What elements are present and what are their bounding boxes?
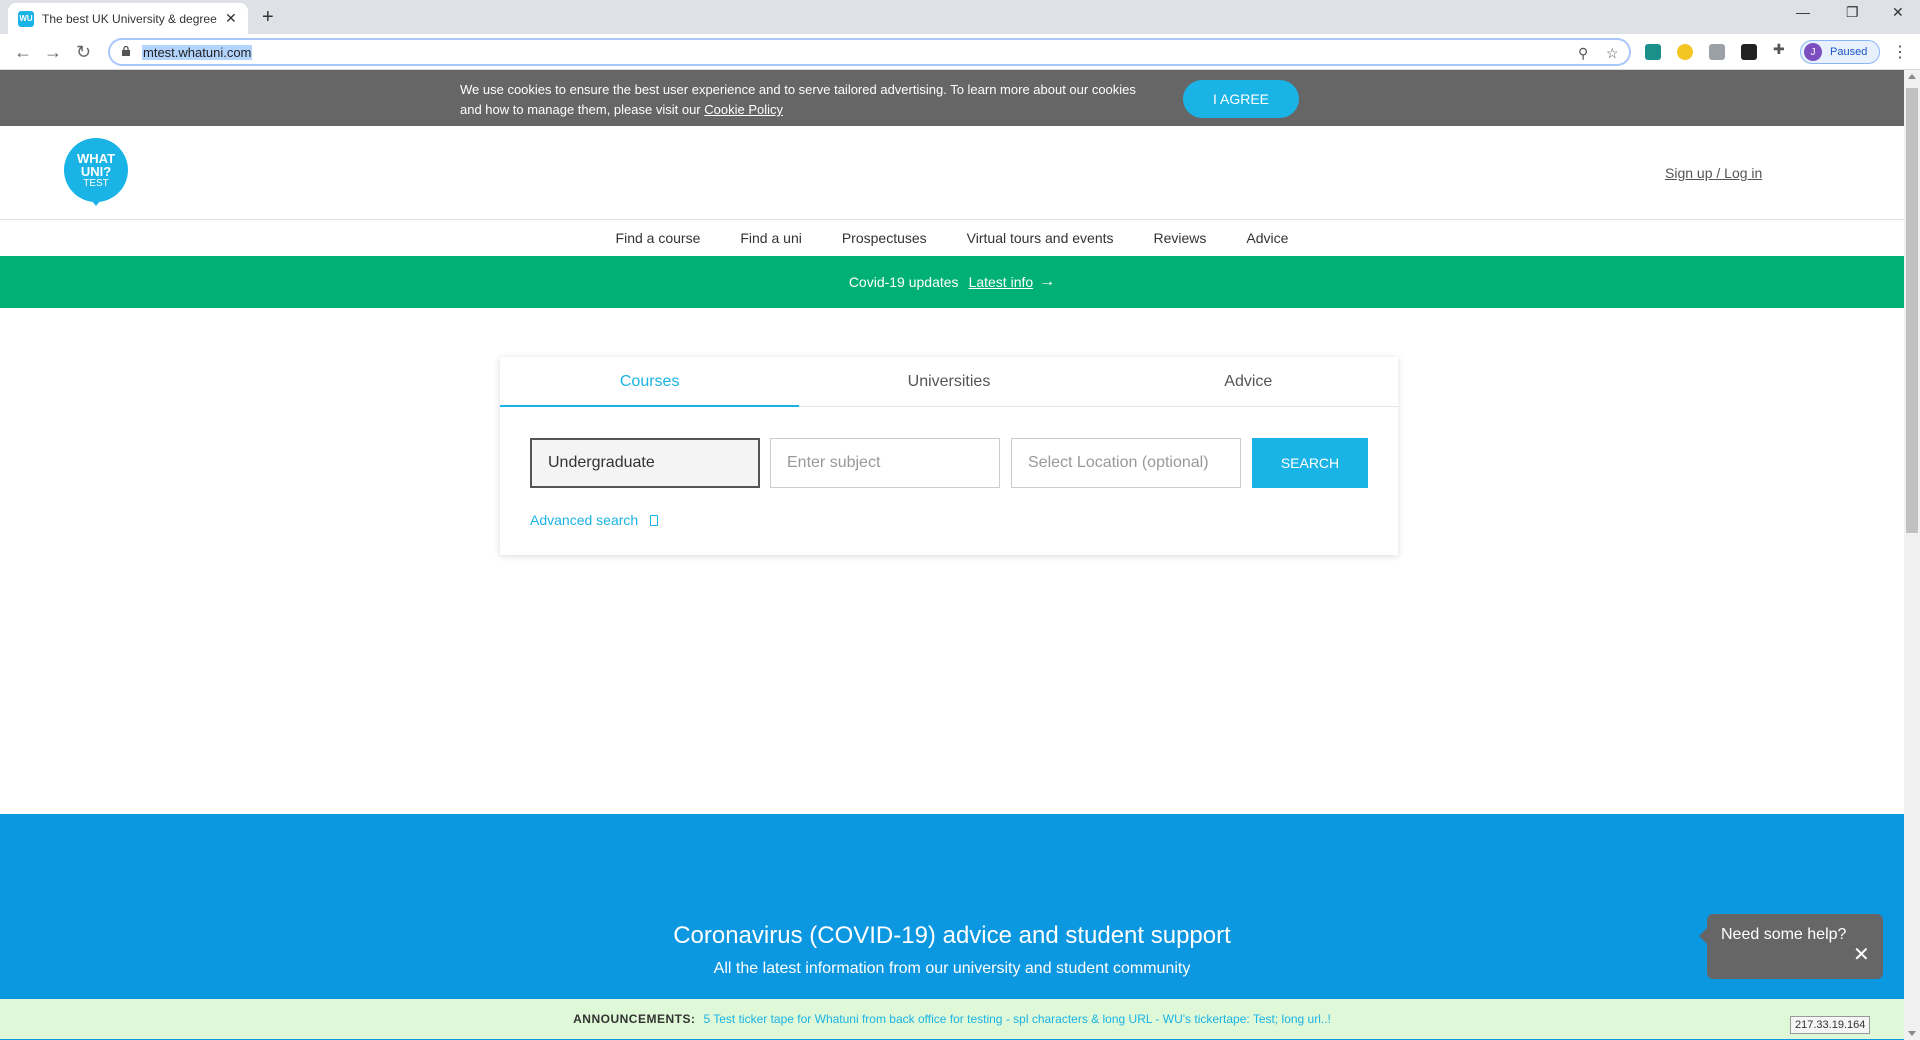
nav-advice[interactable]: Advice xyxy=(1246,230,1288,246)
nav-find-course[interactable]: Find a course xyxy=(616,230,701,246)
browser-tab[interactable]: WU The best UK University & degree ✕ xyxy=(8,3,248,34)
help-text: Need some help? xyxy=(1721,926,1847,943)
location-input[interactable]: Select Location (optional) xyxy=(1011,438,1241,488)
location-pin-icon[interactable]: ⚲ xyxy=(1578,45,1588,62)
browser-toolbar: ← → ↻ mtest.whatuni.com ⚲ ☆ ✚ J Paused ⋮ xyxy=(0,34,1920,70)
logo-tail xyxy=(88,196,104,206)
browser-tab-bar: WU The best UK University & degree ✕ + —… xyxy=(0,0,1920,34)
whatuni-logo[interactable]: WHAT UNI? TEST xyxy=(64,138,128,202)
scroll-up-arrow-icon[interactable] xyxy=(1908,74,1916,79)
scroll-down-arrow-icon[interactable] xyxy=(1908,1031,1916,1036)
logo-line-3: TEST xyxy=(83,178,109,189)
cookie-policy-link[interactable]: Cookie Policy xyxy=(704,102,783,117)
lock-icon xyxy=(122,46,130,56)
profile-status: Paused xyxy=(1830,46,1868,58)
tab-universities[interactable]: Universities xyxy=(799,357,1098,406)
extension-check-icon[interactable] xyxy=(1741,44,1757,60)
scrollbar-thumb[interactable] xyxy=(1906,88,1918,533)
latest-info-link[interactable]: Latest info xyxy=(969,274,1034,290)
extension-chrome-icon[interactable] xyxy=(1677,44,1693,60)
url-text[interactable]: mtest.whatuni.com xyxy=(142,45,253,60)
search-card: Courses Universities Advice Undergraduat… xyxy=(500,357,1398,555)
announcements-label: ANNOUNCEMENTS: xyxy=(573,1012,696,1026)
cookie-message: We use cookies to ensure the best user e… xyxy=(460,82,1136,117)
nav-reviews[interactable]: Reviews xyxy=(1154,230,1207,246)
window-close-icon[interactable]: ✕ xyxy=(1892,4,1904,21)
agree-button[interactable]: I AGREE xyxy=(1183,80,1299,118)
close-icon[interactable]: ✕ xyxy=(1853,942,1870,967)
nav-virtual-tours[interactable]: Virtual tours and events xyxy=(967,230,1114,246)
advanced-search-link[interactable]: Advanced search xyxy=(530,512,659,528)
covid-update-bar: Covid-19 updates Latest info → xyxy=(0,256,1904,308)
tab-courses[interactable]: Courses xyxy=(500,357,800,407)
minimize-icon[interactable]: — xyxy=(1796,4,1810,20)
menu-kebab-icon[interactable]: ⋮ xyxy=(1892,42,1908,62)
cookie-banner: We use cookies to ensure the best user e… xyxy=(0,70,1904,126)
new-tab-plus-icon[interactable]: + xyxy=(262,6,274,29)
logo-line-2: UNI? xyxy=(80,164,112,179)
site-header: WHAT UNI? TEST Sign up / Log in xyxy=(0,126,1904,220)
forward-arrow-icon[interactable]: → xyxy=(44,42,62,63)
help-chat-widget[interactable]: Need some help? ✕ xyxy=(1699,914,1883,979)
tab-title: The best UK University & degree xyxy=(42,11,217,26)
tab-advice[interactable]: Advice xyxy=(1099,357,1398,406)
nav-prospectuses[interactable]: Prospectuses xyxy=(842,230,927,246)
extensions-puzzle-icon[interactable]: ✚ xyxy=(1773,41,1789,57)
restore-icon[interactable]: ❐ xyxy=(1846,4,1859,21)
extension-ticket-icon[interactable] xyxy=(1709,44,1725,60)
cookie-text: We use cookies to ensure the best user e… xyxy=(460,80,1150,120)
address-bar[interactable]: mtest.whatuni.com ⚲ ☆ xyxy=(108,38,1631,66)
subject-input[interactable]: Enter subject xyxy=(770,438,1000,488)
covid-advice-subtitle: All the latest information from our univ… xyxy=(713,960,1191,977)
main-nav: Find a course Find a uni Prospectuses Vi… xyxy=(0,220,1904,256)
ip-address-badge: 217.33.19.164 xyxy=(1790,1016,1871,1034)
close-icon[interactable]: ✕ xyxy=(225,10,237,27)
advanced-search-label: Advanced search xyxy=(530,512,639,528)
bookmark-star-icon[interactable]: ☆ xyxy=(1606,45,1619,62)
back-arrow-icon[interactable]: ← xyxy=(14,42,32,63)
study-level-select[interactable]: Undergraduate xyxy=(530,438,760,488)
extension-icon[interactable] xyxy=(1645,44,1661,60)
announcement-ticker: ANNOUNCEMENTS: 5 Test ticker tape for Wh… xyxy=(0,999,1904,1039)
nav-find-uni[interactable]: Find a uni xyxy=(740,230,801,246)
page-viewport: We use cookies to ensure the best user e… xyxy=(0,70,1904,1040)
reload-icon[interactable]: ↻ xyxy=(76,42,91,63)
help-bubble-tail xyxy=(1699,928,1707,944)
signup-login-link[interactable]: Sign up / Log in xyxy=(1665,165,1762,181)
page-scrollbar[interactable] xyxy=(1904,70,1920,1040)
whatuni-favicon-icon: WU xyxy=(18,10,34,27)
search-tabs: Courses Universities Advice xyxy=(500,357,1398,407)
search-button[interactable]: SEARCH xyxy=(1252,438,1368,488)
announcement-link[interactable]: 5 Test ticker tape for Whatuni from back… xyxy=(703,1012,1330,1026)
arrow-right-icon[interactable]: → xyxy=(1039,273,1055,291)
profile-button[interactable]: J Paused xyxy=(1800,40,1880,64)
covid-advice-title: Coronavirus (COVID-19) advice and studen… xyxy=(673,922,1231,949)
external-doc-icon xyxy=(650,514,659,526)
avatar: J xyxy=(1804,43,1822,61)
covid-update-text: Covid-19 updates xyxy=(848,274,959,290)
